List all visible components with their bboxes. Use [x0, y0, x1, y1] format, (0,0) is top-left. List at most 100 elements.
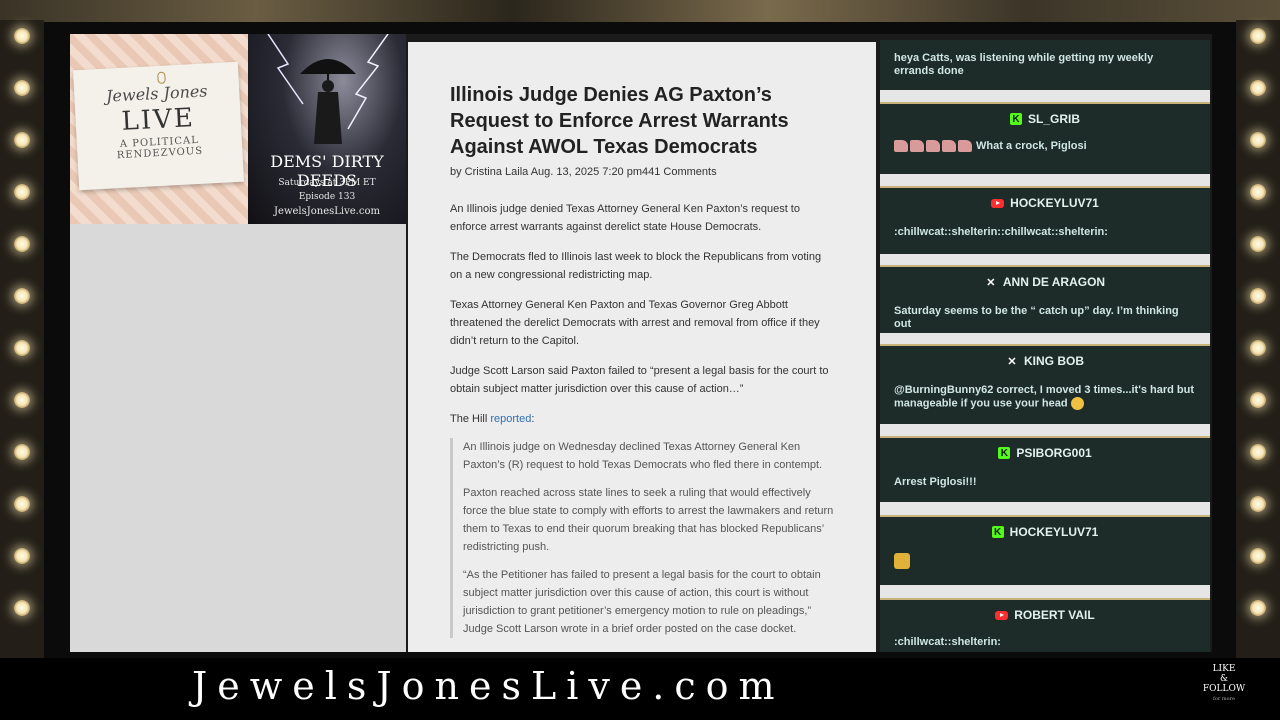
article-paragraph: Texas Attorney General Ken Paxton and Te… — [450, 299, 820, 347]
show-logo-card: Jewels Jones LIVE A POLITICAL RENDEZVOUS — [72, 61, 245, 191]
top-lights — [0, 0, 1280, 22]
source-colon: : — [531, 413, 535, 425]
promo-banner: Jewels Jones LIVE A POLITICAL RENDEZVOUS — [70, 34, 406, 224]
x-icon: ✕ — [1007, 355, 1017, 368]
emote-icon — [958, 140, 972, 153]
for-more-label: for more — [1213, 696, 1235, 702]
source-name: The Hill — [450, 413, 491, 425]
article-paragraph: The Democrats fled to Illinois last week… — [450, 251, 822, 281]
chat-message-text: Saturday seems to be the “ catch up” day… — [894, 305, 1179, 330]
left-bulb-strip — [0, 20, 44, 660]
bulb-icon — [14, 600, 30, 616]
article-paragraph: Judge Scott Larson said Paxton failed to… — [450, 365, 829, 395]
chat-username: ANN DE ARAGON — [1002, 275, 1106, 289]
x-icon: ✕ — [986, 276, 996, 289]
chat-message-header: K HOCKEYLUV71 — [880, 517, 1210, 547]
lightning-umbrella-icon — [267, 34, 389, 144]
show-logo-panel: Jewels Jones LIVE A POLITICAL RENDEZVOUS — [70, 34, 248, 224]
chat-message-header: HOCKEYLUV71 — [880, 188, 1210, 218]
chat-message-header: K SL_GRIB — [880, 104, 1210, 134]
bulb-icon — [14, 132, 30, 148]
kick-icon: K — [991, 526, 1004, 538]
episode-schedule: Saturdays at 3PM ET — [278, 178, 376, 188]
article-panel[interactable]: Illinois Judge Denies AG Paxton’s Reques… — [408, 42, 876, 652]
thinking-face-icon — [1070, 397, 1084, 410]
chat-message-header: ✕ KING BOB — [880, 346, 1210, 376]
chat-username: HOCKEYLUV71 — [1010, 196, 1099, 210]
chat-message-text: Arrest Piglosi!!! — [894, 476, 977, 488]
bulb-icon — [14, 288, 30, 304]
emote-icon — [926, 140, 940, 153]
chat-message-header: K PSIBORG001 — [880, 438, 1210, 468]
microphone-icon — [157, 71, 166, 84]
bulb-icon — [14, 80, 30, 96]
quote-paragraph: Paxton reached across state lines to see… — [463, 487, 834, 553]
bulb-icon — [1250, 444, 1266, 460]
like-label: LIKE — [1212, 664, 1236, 674]
bulb-icon — [1250, 132, 1266, 148]
chat-message: HOCKEYLUV71 :chillwcat::shelterin::chill… — [880, 186, 1210, 254]
chat-message-body — [880, 547, 1210, 573]
follow-label: FOLLOW — [1202, 684, 1246, 694]
emote-icon — [910, 140, 924, 153]
chat-message: K SL_GRIB What a crock, Piglosi — [880, 102, 1210, 174]
chat-message-text: @BurningBunny62 correct, I moved 3 times… — [894, 384, 1195, 410]
source-link[interactable]: reported — [490, 413, 531, 425]
episode-site: JewelsJonesLive.com — [274, 206, 380, 217]
chat-message: ✕ ANN DE ARAGON Saturday seems to be the… — [880, 265, 1210, 333]
chat-message-text: :chillwcat::shelterin: — [894, 636, 1001, 648]
crown-emote-icon — [894, 553, 910, 569]
bulb-icon — [1250, 496, 1266, 512]
amp-label: & — [1219, 674, 1228, 684]
article-headline: Illinois Judge Denies AG Paxton’s Reques… — [450, 84, 789, 158]
stream-frame: Jewels Jones LIVE A POLITICAL RENDEZVOUS — [0, 0, 1280, 720]
blockquote: An Illinois judge on Wednesday declined … — [450, 438, 834, 638]
youtube-icon — [991, 198, 1005, 208]
chat-username: ROBERT VAIL — [1014, 608, 1095, 622]
chat-panel[interactable]: heya Catts, was listening while getting … — [880, 40, 1210, 652]
chat-message: ROBERT VAIL :chillwcat::shelterin: — [880, 598, 1210, 652]
footer-bar: JewelsJonesLive.com LIKE & FOLLOW for mo… — [0, 658, 1280, 720]
bulb-icon — [14, 548, 30, 564]
left-panel: Jewels Jones LIVE A POLITICAL RENDEZVOUS — [70, 34, 406, 652]
chat-message-text: What a crock, Piglosi — [976, 140, 1087, 152]
emote-icon — [894, 140, 908, 153]
emote-row — [894, 140, 972, 153]
quote-paragraph: “As the Petitioner has failed to present… — [463, 569, 821, 635]
source-line: The Hill reported: — [450, 410, 834, 428]
bulb-icon — [1250, 600, 1266, 616]
bulb-icon — [1250, 236, 1266, 252]
bulb-icon — [14, 184, 30, 200]
chat-message: ✕ KING BOB @BurningBunny62 correct, I mo… — [880, 344, 1210, 424]
bulb-icon — [1250, 340, 1266, 356]
bulb-icon — [1250, 288, 1266, 304]
chat-username: KING BOB — [1024, 354, 1084, 368]
bulb-icon — [1250, 28, 1266, 44]
article-byline: by Cristina Laila Aug. 13, 2025 7:20 pm4… — [450, 166, 717, 178]
article-paragraph: An Illinois judge denied Texas Attorney … — [450, 203, 800, 233]
chat-username: HOCKEYLUV71 — [1009, 525, 1099, 539]
chat-message-body: What a crock, Piglosi — [880, 134, 1210, 153]
bulb-icon — [14, 444, 30, 460]
chat-message-text: heya Catts, was listening while getting … — [880, 40, 1210, 90]
chat-message-body: @BurningBunny62 correct, I moved 3 times… — [880, 376, 1210, 410]
like-follow-badge: LIKE & FOLLOW for more — [1196, 664, 1252, 704]
bulb-icon — [14, 236, 30, 252]
bulb-icon — [14, 392, 30, 408]
bulb-icon — [14, 496, 30, 512]
youtube-icon — [995, 610, 1009, 620]
article: Illinois Judge Denies AG Paxton’s Reques… — [450, 82, 834, 638]
episode-panel: DEMS' DIRTY DEEDS Saturdays at 3PM ET Ep… — [248, 34, 406, 224]
kick-icon: K — [998, 447, 1011, 459]
emote-icon — [942, 140, 956, 153]
chat-message-text: :chillwcat::shelterin::chillwcat::shelte… — [894, 226, 1108, 238]
chat-message-header: ROBERT VAIL — [880, 600, 1210, 630]
right-bulb-strip — [1236, 20, 1280, 660]
chat-message: K PSIBORG001 Arrest Piglosi!!! — [880, 436, 1210, 502]
footer-site-title: JewelsJonesLive.com — [192, 664, 785, 708]
chat-username: SL_GRIB — [1027, 112, 1080, 126]
chat-username: PSIBORG001 — [1016, 446, 1092, 460]
bulb-icon — [1250, 80, 1266, 96]
bulb-icon — [14, 28, 30, 44]
bulb-icon — [1250, 548, 1266, 564]
